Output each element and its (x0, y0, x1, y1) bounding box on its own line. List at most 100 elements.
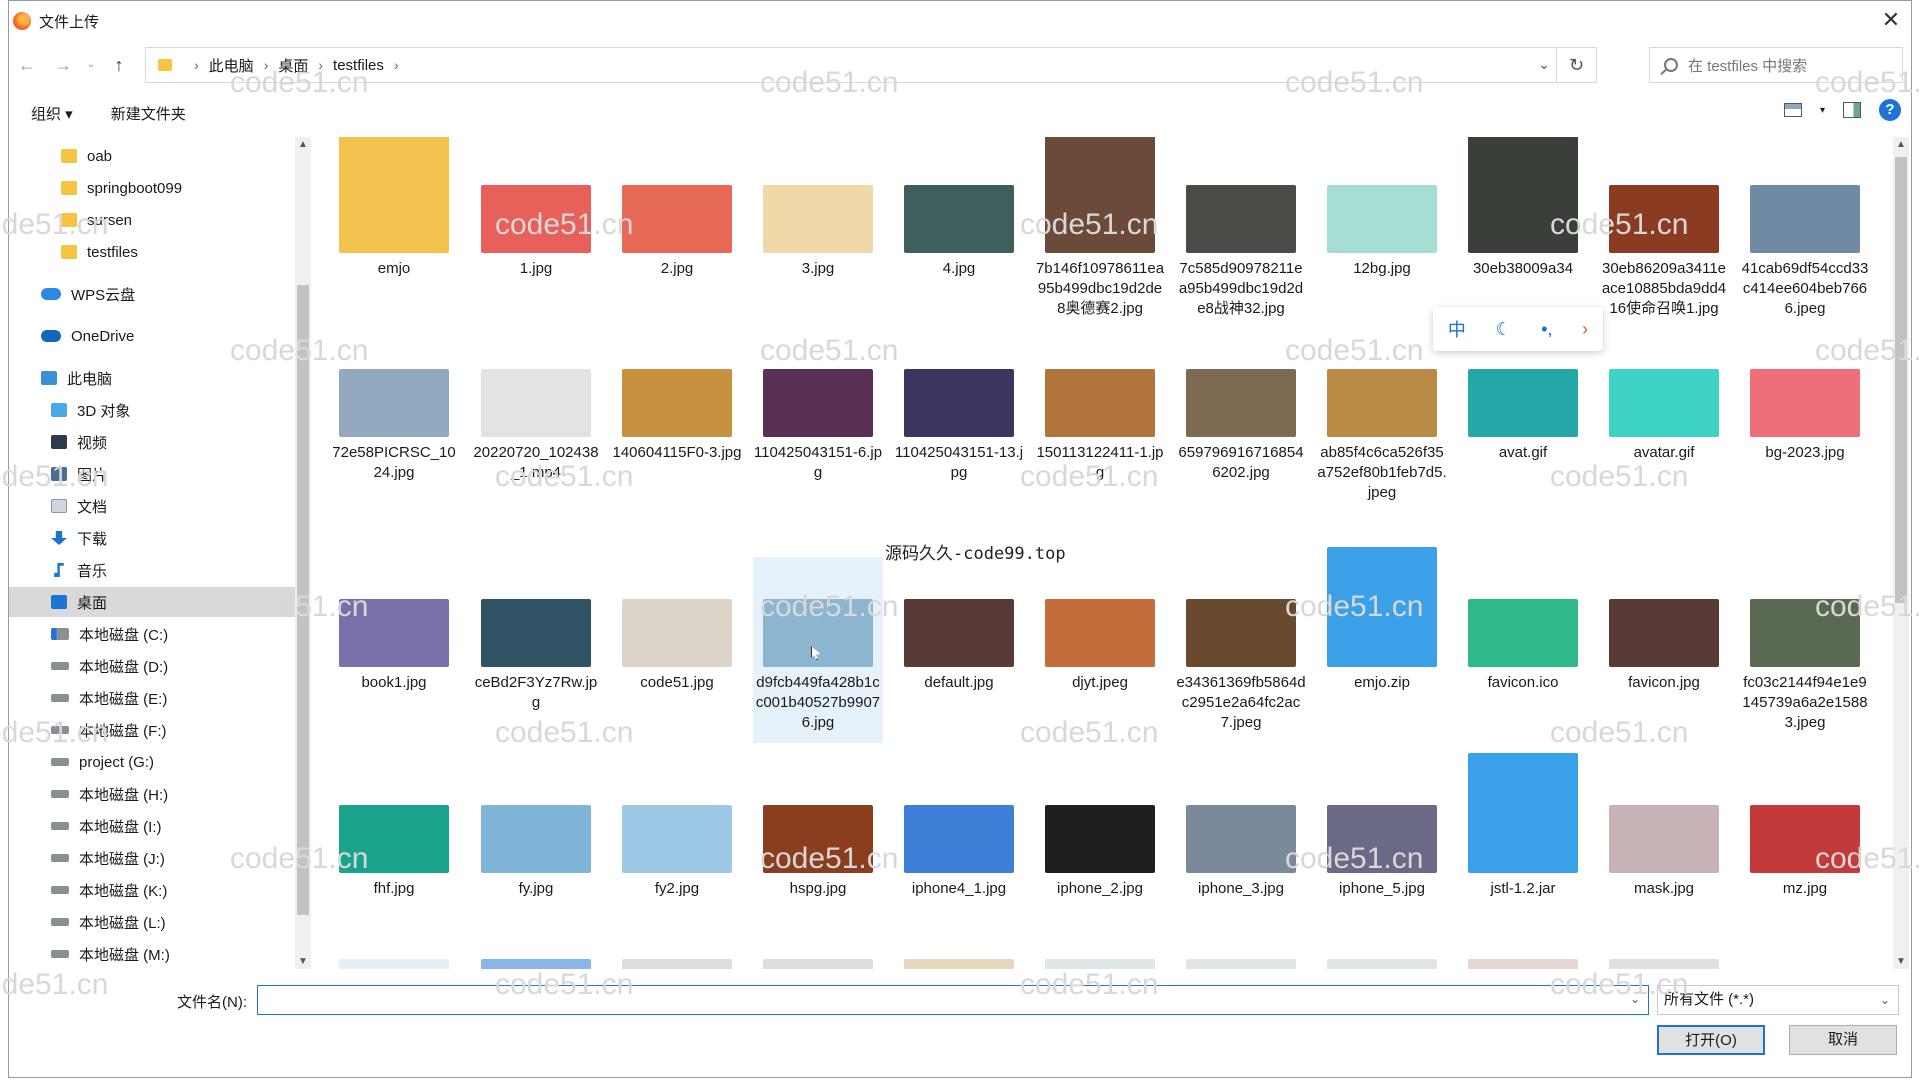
file-item[interactable]: ab85f4c6ca526f35a752ef80b1feb7d5.jpeg (1317, 327, 1447, 543)
file-item[interactable]: iphone_3.jpg (1176, 753, 1306, 935)
sidebar-item[interactable]: 文档 (9, 491, 299, 521)
sidebar-item[interactable]: 本地磁盘 (H:) (9, 779, 299, 809)
file-item[interactable]: default.jpg (894, 557, 1024, 743)
file-item[interactable] (1740, 917, 1870, 969)
file-item[interactable]: 30eb38009a34 (1458, 137, 1588, 315)
sidebar-item[interactable]: WPS云盘 (9, 279, 299, 309)
file-item[interactable]: 20220720_102438_1.mp4 (471, 327, 601, 543)
open-button[interactable]: 打开(O) (1657, 1025, 1765, 1055)
file-item[interactable]: mask.jpg (1599, 753, 1729, 935)
file-item[interactable] (753, 917, 883, 969)
organize-button[interactable]: 组织 ▾ (31, 103, 73, 124)
file-item[interactable]: fhf.jpg (329, 753, 459, 935)
ime-language[interactable]: 中 (1448, 316, 1466, 342)
help-icon[interactable]: ? (1879, 99, 1901, 121)
scroll-down-icon[interactable]: ▼ (1893, 956, 1909, 967)
sidebar-item[interactable]: 音乐 (9, 555, 299, 585)
file-item[interactable]: iphone4_1.jpg (894, 753, 1024, 935)
file-item[interactable]: favicon.jpg (1599, 557, 1729, 743)
breadcrumb-item[interactable]: 桌面 (278, 55, 308, 76)
sidebar-item[interactable]: 本地磁盘 (E:) (9, 683, 299, 713)
file-item[interactable]: d9fcb449fa428b1cc001b40527b99076.jpg (753, 557, 883, 743)
file-item[interactable]: 6597969167168546202.jpg (1176, 327, 1306, 543)
chevron-down-icon[interactable]: ▾ (1820, 105, 1825, 116)
file-item[interactable]: 72e58PICRSC_1024.jpg (329, 327, 459, 543)
file-item[interactable] (1317, 917, 1447, 969)
scrollbar-thumb[interactable] (1895, 157, 1907, 603)
file-item[interactable]: 4.jpg (894, 137, 1024, 315)
file-item[interactable]: 3.jpg (753, 137, 883, 315)
sidebar-item[interactable]: 本地磁盘 (M:) (9, 939, 299, 969)
preview-pane-icon[interactable] (1843, 102, 1861, 118)
file-item[interactable]: bg-2023.jpg (1740, 327, 1870, 543)
file-item[interactable]: 2.jpg (612, 137, 742, 315)
file-item[interactable] (471, 917, 601, 969)
ime-toolbar[interactable]: 中 ☾ •, › (1433, 307, 1603, 351)
sidebar-item[interactable]: 本地磁盘 (L:) (9, 907, 299, 937)
file-item[interactable] (612, 917, 742, 969)
file-item[interactable] (1599, 917, 1729, 969)
files-scrollbar[interactable]: ▲ ▼ (1893, 137, 1909, 969)
file-item[interactable]: avatar.gif (1599, 327, 1729, 543)
sidebar-item[interactable]: 3D 对象 (9, 395, 299, 425)
file-item[interactable]: fc03c2144f94e1e9145739a6a2e15883.jpeg (1740, 557, 1870, 743)
file-item[interactable]: iphone_2.jpg (1035, 753, 1165, 935)
filetype-select[interactable]: 所有文件 (*.*) ⌄ (1657, 985, 1899, 1015)
sidebar-item[interactable]: sursen (9, 205, 299, 235)
file-item[interactable] (1035, 917, 1165, 969)
file-item[interactable] (1176, 917, 1306, 969)
forward-icon[interactable]: → (45, 49, 81, 81)
sidebar-item[interactable]: 本地磁盘 (C:) (9, 619, 299, 649)
up-icon[interactable]: ↑ (101, 49, 137, 81)
file-item[interactable] (894, 917, 1024, 969)
file-item[interactable] (1458, 917, 1588, 969)
sidebar-item[interactable]: 本地磁盘 (J:) (9, 843, 299, 873)
file-item[interactable]: emjo.zip (1317, 547, 1447, 743)
chevron-down-icon[interactable]: ⌄ (1630, 992, 1640, 1006)
chevron-down-icon[interactable]: ⌄ (1538, 56, 1550, 73)
file-item[interactable]: fy.jpg (471, 753, 601, 935)
chevron-right-icon[interactable]: › (394, 57, 399, 73)
sidebar-item[interactable]: 视频 (9, 427, 299, 457)
file-item[interactable]: avat.gif (1458, 327, 1588, 543)
file-item[interactable] (329, 917, 459, 969)
file-item[interactable]: 7b146f10978611ea95b499dbc19d2de8奥德赛2.jpg (1035, 137, 1165, 317)
sidebar-item[interactable]: 本地磁盘 (I:) (9, 811, 299, 841)
file-item[interactable]: iphone_5.jpg (1317, 753, 1447, 935)
scrollbar-thumb[interactable] (297, 285, 309, 915)
sidebar-item[interactable]: OneDrive (9, 321, 299, 351)
file-item[interactable]: 41cab69df54ccd33c414ee604beb7666.jpeg (1740, 137, 1870, 317)
sidebar-item[interactable]: 本地磁盘 (D:) (9, 651, 299, 681)
file-item[interactable]: djyt.jpeg (1035, 557, 1165, 743)
sidebar-item[interactable]: 下载 (9, 523, 299, 553)
file-item[interactable]: code51.jpg (612, 557, 742, 743)
cancel-button[interactable]: 取消 (1789, 1025, 1897, 1055)
file-item[interactable]: 7c585d90978211ea95b499dbc19d2de8战神32.jpg (1176, 137, 1306, 317)
file-item[interactable]: mz.jpg (1740, 753, 1870, 935)
sidebar-item[interactable]: oab (9, 141, 299, 171)
moon-icon[interactable]: ☾ (1495, 319, 1511, 340)
sidebar-item[interactable]: 此电脑 (9, 363, 299, 393)
chevron-right-icon[interactable]: › (318, 57, 323, 73)
sidebar-item[interactable]: 图片 (9, 459, 299, 489)
file-item[interactable]: hspg.jpg (753, 753, 883, 935)
sidebar-item[interactable]: 本地磁盘 (F:) (9, 715, 299, 745)
back-icon[interactable]: ← (9, 49, 45, 81)
scroll-up-icon[interactable]: ▲ (1893, 139, 1909, 150)
chevron-right-icon[interactable]: › (1582, 319, 1588, 340)
file-item[interactable]: 1.jpg (471, 137, 601, 315)
file-item[interactable]: 30eb86209a3411eace10885bda9dd416使命召唤1.jp… (1599, 137, 1729, 317)
file-item[interactable]: 12bg.jpg (1317, 137, 1447, 315)
search-box[interactable]: 在 testfiles 中搜索 (1649, 47, 1903, 83)
close-icon[interactable]: ✕ (1877, 7, 1905, 35)
address-bar[interactable]: › 此电脑 › 桌面 › testfiles › ⌄ ↻ (145, 47, 1597, 83)
sidebar-item[interactable]: 桌面 (9, 587, 299, 617)
file-item[interactable]: emjo (329, 137, 459, 315)
sidebar-item[interactable]: 本地磁盘 (K:) (9, 875, 299, 905)
file-item[interactable]: 110425043151-13.jpg (894, 327, 1024, 543)
breadcrumb-item[interactable]: testfiles (333, 57, 384, 74)
chevron-down-icon[interactable]: ⌄ (1880, 986, 1890, 1014)
chevron-right-icon[interactable]: › (194, 57, 199, 73)
file-item[interactable]: ceBd2F3Yz7Rw.jpg (471, 557, 601, 743)
file-item[interactable]: jstl-1.2.jar (1458, 753, 1588, 935)
